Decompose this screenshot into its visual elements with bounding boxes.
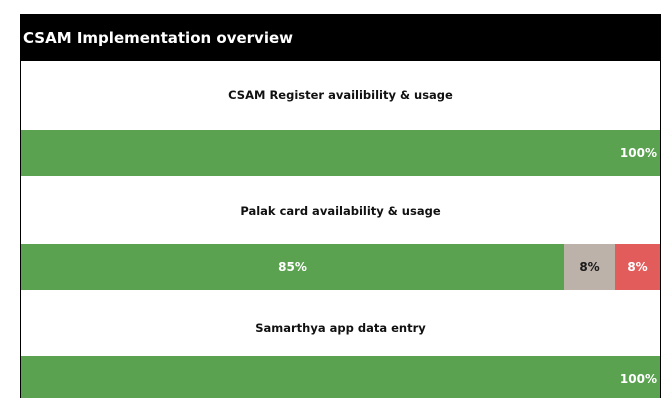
bar-segment-green: 85% [21,244,564,290]
bar-segment-green: 100% [21,356,660,398]
page-title: CSAM Implementation overview [23,29,294,47]
bar-row-2: 100% [21,356,660,398]
panel-header: CSAM Implementation overview [21,15,660,61]
bar-segment-green: 100% [21,130,660,176]
bar-row-0: 100% [21,130,660,176]
category-label-1: Palak card availability & usage [240,204,441,218]
chart-panel: CSAM Implementation overview CSAM Regist… [20,14,661,398]
bar-row-1: 85% 8% 8% [21,244,660,290]
category-label-2: Samarthya app data entry [255,321,426,335]
bar-segment-gray: 8% [564,244,615,290]
bar-segment-red: 8% [615,244,660,290]
category-label-0: CSAM Register availibility & usage [228,88,453,102]
